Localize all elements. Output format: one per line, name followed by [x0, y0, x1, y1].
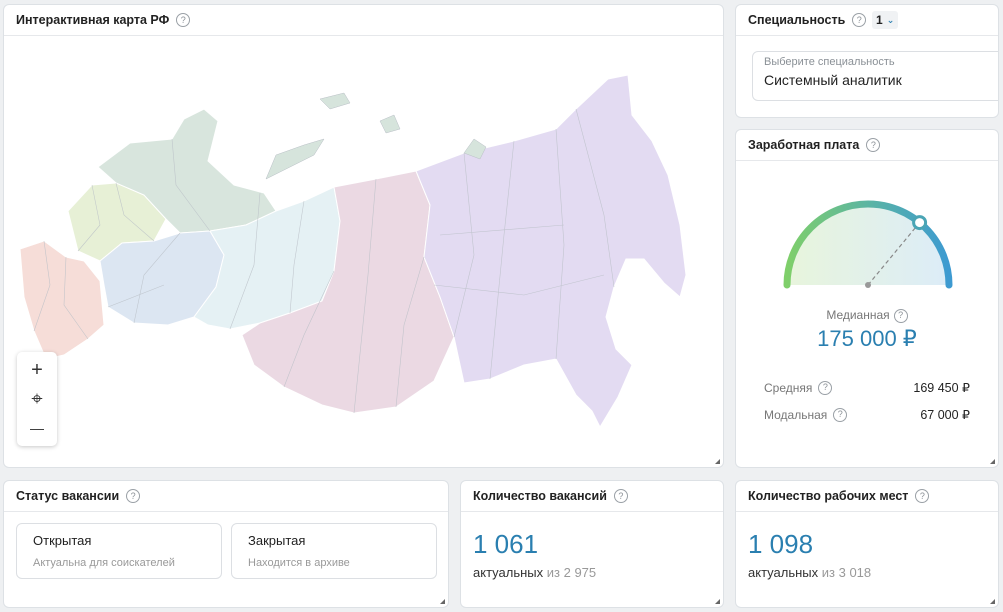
help-icon[interactable]: ?	[915, 489, 930, 503]
help-icon[interactable]: ?	[833, 407, 848, 422]
resize-handle[interactable]	[990, 599, 995, 604]
speciality-count-dropdown[interactable]: 1 ⌄	[872, 11, 899, 29]
map-island-franz-josef	[379, 114, 401, 134]
help-icon[interactable]: ?	[852, 13, 867, 27]
median-label-text: Медианная	[826, 308, 890, 322]
map-panel: Интерактивная карта РФ ? + ⌖ —	[3, 4, 724, 468]
status-closed-title: Закрытая	[248, 533, 306, 548]
help-icon[interactable]: ?	[126, 489, 141, 503]
speciality-count: 1	[876, 13, 883, 27]
salary-divider	[736, 160, 998, 161]
status-divider	[4, 511, 448, 512]
resize-handle[interactable]	[440, 599, 445, 604]
speciality-panel: Специальность ? 1 ⌄ Выберите специальнос…	[735, 4, 999, 118]
vacancies-active-label: актуальных	[473, 565, 544, 580]
resize-handle[interactable]	[715, 599, 720, 604]
workplaces-active-label: актуальных	[748, 565, 819, 580]
salary-title: Заработная плата ?	[748, 138, 881, 152]
map-title-text: Интерактивная карта РФ	[16, 13, 170, 27]
status-closed-card[interactable]: Закрытая Находится в архиве	[231, 523, 437, 579]
vacancies-value: 1 061	[473, 529, 539, 559]
map-region-southwest	[19, 240, 105, 360]
workplaces-total: из 3 018	[821, 565, 872, 580]
map-zoom-control: + ⌖ —	[17, 352, 57, 446]
speciality-divider	[736, 35, 998, 36]
status-title-text: Статус вакансии	[16, 489, 120, 503]
help-icon[interactable]: ?	[818, 380, 833, 395]
vacancies-title-text: Количество вакансий	[473, 489, 607, 503]
average-value: 169 450 ₽	[913, 381, 970, 395]
map-island-novaya-zemlya	[265, 138, 325, 180]
workplaces-divider	[736, 511, 998, 512]
vacancies-divider	[461, 511, 723, 512]
vacancies-panel: Количество вакансий ? 1 061 актуальных и…	[460, 480, 724, 608]
workplaces-title: Количество рабочих мест ?	[748, 489, 930, 503]
status-panel: Статус вакансии ? Открытая Актуальна для…	[3, 480, 449, 608]
salary-gauge	[783, 200, 953, 289]
status-title: Статус вакансии ?	[16, 489, 141, 503]
resize-handle[interactable]	[990, 459, 995, 464]
workplaces-value: 1 098	[748, 529, 814, 559]
gauge-knob	[912, 215, 928, 231]
salary-title-text: Заработная плата	[748, 138, 860, 152]
mode-row: Модальная? 67 000 ₽	[764, 407, 970, 422]
help-icon[interactable]: ?	[866, 138, 881, 152]
average-label: Средняя?	[764, 380, 833, 395]
chevron-down-icon: ⌄	[886, 14, 895, 25]
map-title: Интерактивная карта РФ ?	[16, 13, 191, 27]
status-open-subtitle: Актуальна для соискателей	[33, 557, 175, 569]
average-label-text: Средняя	[764, 380, 813, 395]
zoom-out-button[interactable]: —	[22, 415, 52, 441]
mode-label-text: Модальная	[764, 407, 828, 422]
median-label: Медианная?	[736, 308, 998, 323]
map-region-fareast	[415, 74, 687, 429]
gauge-center-dot	[865, 282, 871, 288]
help-icon[interactable]: ?	[176, 13, 191, 27]
map-island-north	[319, 92, 351, 110]
speciality-select[interactable]: Выберите специальность Системный аналити…	[752, 51, 998, 101]
workplaces-subtitle: актуальных из 3 018	[748, 565, 871, 580]
speciality-title: Специальность ?	[748, 13, 867, 27]
russia-map[interactable]	[4, 35, 724, 468]
mode-value: 67 000 ₽	[920, 408, 970, 422]
help-icon[interactable]: ?	[613, 489, 628, 503]
speciality-value: Системный аналитик	[764, 72, 902, 88]
vacancies-total: из 2 975	[546, 565, 597, 580]
status-open-title: Открытая	[33, 533, 92, 548]
vacancies-title: Количество вакансий ?	[473, 489, 628, 503]
status-open-card[interactable]: Открытая Актуальна для соискателей	[16, 523, 222, 579]
vacancies-subtitle: актуальных из 2 975	[473, 565, 596, 580]
locate-icon[interactable]: ⌖	[22, 386, 52, 412]
mode-label: Модальная?	[764, 407, 848, 422]
gauge-fill	[787, 204, 949, 285]
zoom-in-button[interactable]: +	[22, 357, 52, 383]
status-closed-subtitle: Находится в архиве	[248, 557, 350, 569]
speciality-title-text: Специальность	[748, 13, 846, 27]
resize-handle[interactable]	[715, 459, 720, 464]
speciality-placeholder: Выберите специальность	[764, 56, 895, 68]
workplaces-title-text: Количество рабочих мест	[748, 489, 909, 503]
workplaces-panel: Количество рабочих мест ? 1 098 актуальн…	[735, 480, 999, 608]
help-icon[interactable]: ?	[893, 308, 908, 323]
salary-panel: Заработная плата ? Медианная? 175 000 ₽ …	[735, 129, 999, 468]
average-row: Средняя? 169 450 ₽	[764, 380, 970, 395]
median-value: 175 000 ₽	[817, 326, 917, 351]
